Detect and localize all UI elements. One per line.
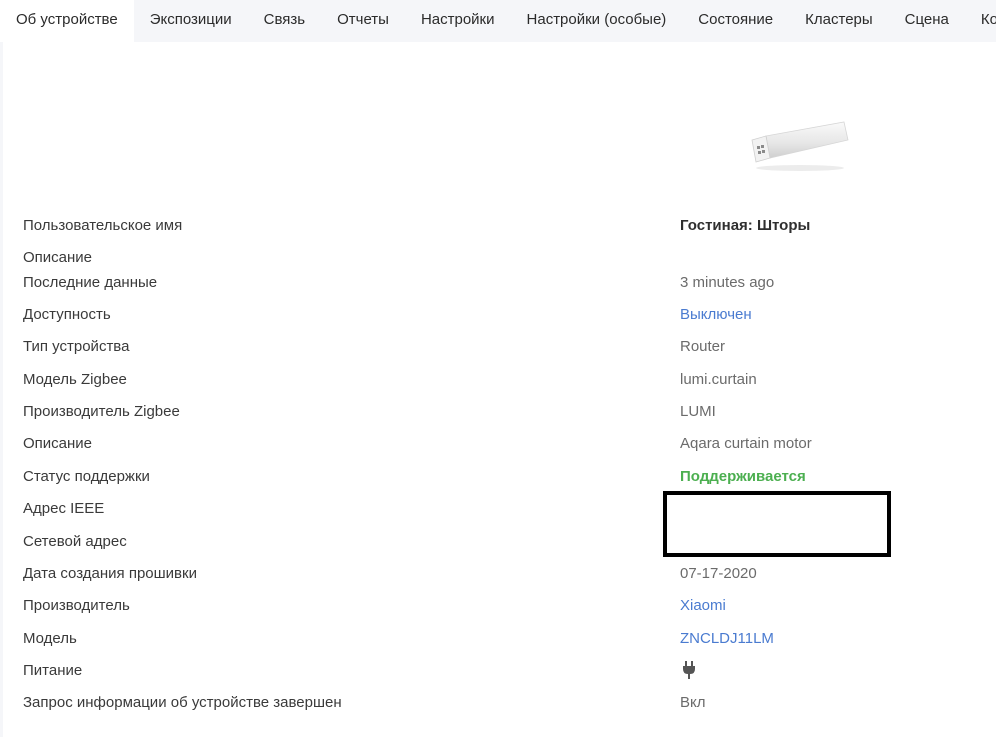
plug-icon: [683, 661, 695, 679]
model-label: Модель: [23, 630, 77, 647]
redacted-addresses: [663, 491, 891, 557]
device-info-list: Пользовательское имя Гостиная: Шторы Опи…: [0, 0, 996, 737]
device-type-label: Тип устройства: [23, 338, 130, 355]
manufacturer-link[interactable]: Xiaomi: [680, 597, 726, 614]
power-label: Питание: [23, 662, 83, 679]
availability-label: Доступность: [23, 306, 111, 323]
firmware-date-label: Дата создания прошивки: [23, 565, 197, 582]
zigbee-model-label: Модель Zigbee: [23, 371, 127, 388]
manufacturer-label: Производитель: [23, 597, 130, 614]
zigbee-manufacturer-label: Производитель Zigbee: [23, 403, 180, 420]
friendly-name-label: Пользовательское имя: [23, 217, 183, 234]
last-seen-label: Последние данные: [23, 274, 158, 291]
zigbee-model-value: lumi.curtain: [680, 371, 757, 388]
friendly-name-value: Гостиная: Шторы: [680, 217, 811, 234]
model-link[interactable]: ZNCLDJ11LM: [680, 630, 774, 647]
device-type-value: Router: [680, 338, 726, 355]
interview-label: Запрос информации об устройстве завершен: [23, 694, 342, 711]
availability-link[interactable]: Выключен: [680, 306, 752, 323]
firmware-date-value: 07-17-2020: [680, 565, 757, 582]
model-description-value: Aqara curtain motor: [680, 435, 812, 452]
zigbee-manufacturer-value: LUMI: [680, 403, 716, 420]
network-address-label: Сетевой адрес: [23, 533, 127, 550]
ieee-address-label: Адрес IEEE: [23, 500, 105, 517]
model-description-label: Описание: [23, 435, 93, 452]
support-status-label: Статус поддержки: [23, 468, 150, 485]
description-label: Описание: [23, 249, 93, 266]
support-status-link[interactable]: Поддерживается: [680, 468, 806, 485]
last-seen-value: 3 minutes ago: [680, 274, 775, 291]
interview-value: Вкл: [680, 694, 706, 711]
